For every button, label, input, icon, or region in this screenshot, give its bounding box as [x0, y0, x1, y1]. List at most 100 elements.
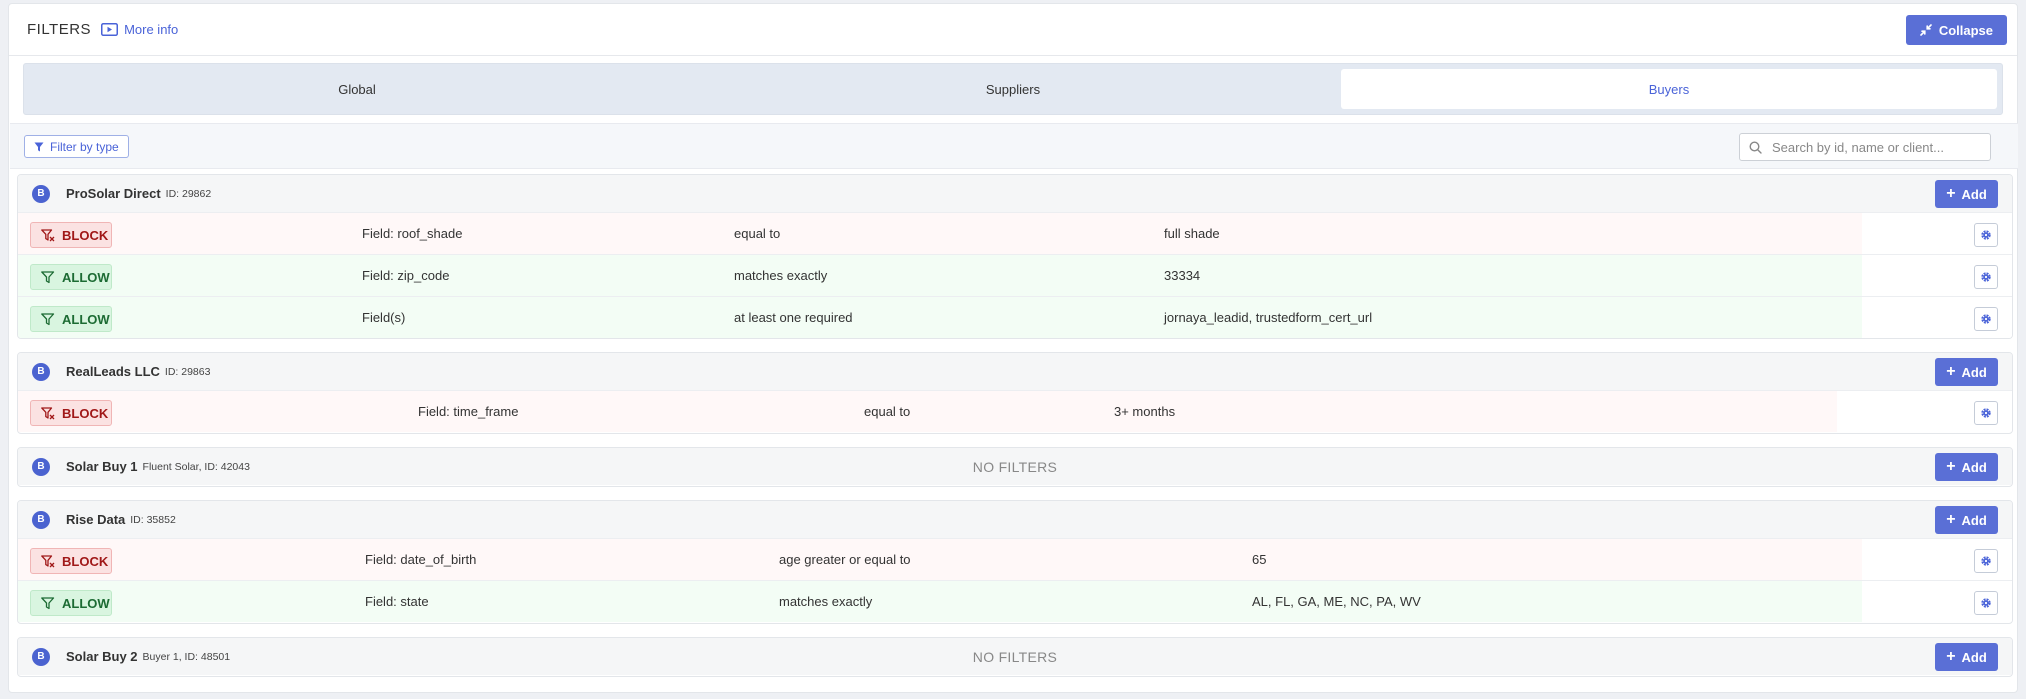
search-input[interactable] — [1772, 139, 1972, 155]
add-label: Add — [1961, 459, 1987, 475]
buyer-badge: B — [32, 510, 50, 529]
settings-button[interactable] — [1974, 549, 1998, 573]
rule-operator: equal to — [864, 404, 911, 419]
rule-value: 33334 — [1164, 268, 1201, 283]
gear-icon — [1981, 556, 1991, 566]
buyer-name: Solar Buy 1 — [66, 459, 138, 474]
buyer-badge: B — [32, 457, 50, 476]
add-filter-button[interactable]: + Add — [1935, 358, 1998, 386]
funnel-x-icon — [41, 228, 55, 241]
rule-value: 3+ months — [1114, 404, 1176, 419]
buyer-header: B Solar Buy 2 Buyer 1, ID: 48501 NO FILT… — [18, 638, 2012, 675]
filter-rule: BLOCK Field: date_of_birth age greater o… — [18, 538, 2012, 580]
filter-toolbar: Filter by type — [10, 123, 2018, 169]
rule-value: 65 — [1252, 552, 1267, 567]
buyer-id: ID: 35852 — [130, 513, 176, 526]
rule-type: BLOCK — [62, 405, 109, 421]
allow-tag: ALLOW — [30, 306, 112, 332]
add-label: Add — [1961, 364, 1987, 380]
buyer-card: B Rise Data ID: 35852 + Add BLOCK Field: … — [17, 500, 2013, 624]
settings-button[interactable] — [1974, 265, 1998, 289]
add-filter-button[interactable]: + Add — [1935, 453, 1998, 481]
search-box — [1739, 133, 1991, 161]
funnel-icon — [41, 312, 55, 325]
rule-field: Field(s) — [362, 310, 406, 325]
buyer-id: Buyer 1, ID: 48501 — [142, 650, 231, 663]
tab-buyers[interactable]: Buyers — [1341, 69, 1997, 109]
plus-icon: + — [1946, 363, 1956, 380]
add-label: Add — [1961, 649, 1987, 665]
buyer-badge: B — [32, 647, 50, 666]
page-title: FILTERS — [27, 21, 92, 38]
block-tag: BLOCK — [30, 222, 112, 248]
buyer-card: B RealLeads LLC ID: 29863 + Add BLOCK Fie… — [17, 352, 2013, 434]
add-filter-button[interactable]: + Add — [1935, 506, 1998, 534]
buyer-name: Solar Buy 2 — [66, 649, 138, 664]
rule-operator: equal to — [734, 226, 781, 241]
rule-value: full shade — [1164, 226, 1220, 241]
rule-operator: at least one required — [734, 310, 853, 325]
gear-icon — [1981, 598, 1991, 608]
rule-operator: matches exactly — [734, 268, 828, 283]
funnel-icon — [41, 596, 55, 609]
tab-global[interactable]: Global — [29, 69, 685, 109]
plus-icon: + — [1946, 458, 1956, 475]
rule-field: Field: roof_shade — [362, 226, 463, 241]
funnel-icon — [34, 142, 44, 151]
buyer-card: B Solar Buy 2 Buyer 1, ID: 48501 NO FILT… — [17, 637, 2013, 677]
buyer-name: ProSolar Direct — [66, 186, 161, 201]
rule-field: Field: state — [365, 594, 429, 609]
buyer-header: B Solar Buy 1 Fluent Solar, ID: 42043 NO… — [18, 448, 2012, 485]
filter-rule: BLOCK Field: roof_shade equal to full sh… — [18, 212, 2012, 254]
add-filter-button[interactable]: + Add — [1935, 643, 1998, 671]
buyer-header: B Rise Data ID: 35852 + Add — [18, 501, 2012, 538]
add-label: Add — [1961, 186, 1987, 202]
gear-icon — [1981, 314, 1991, 324]
buyer-id: Fluent Solar, ID: 42043 — [142, 460, 250, 473]
rule-field: Field: date_of_birth — [365, 552, 477, 567]
filters-panel: FILTERS More info Collapse Global Suppli… — [8, 3, 2018, 693]
settings-button[interactable] — [1974, 307, 1998, 331]
collapse-button[interactable]: Collapse — [1905, 15, 2007, 45]
allow-tag: ALLOW — [30, 590, 112, 616]
allow-tag: ALLOW — [30, 264, 112, 290]
tab-bar: Global Suppliers Buyers — [23, 63, 2003, 115]
gear-icon — [1981, 230, 1991, 240]
funnel-x-icon — [41, 406, 55, 419]
filter-by-type-label: Filter by type — [50, 139, 119, 154]
filter-rule: ALLOW Field: zip_code matches exactly 33… — [18, 254, 2012, 296]
rule-value: AL, FL, GA, ME, NC, PA, WV — [1252, 594, 1421, 609]
rule-type: BLOCK — [62, 553, 109, 569]
filter-rule: ALLOW Field: state matches exactly AL, F… — [18, 580, 2012, 622]
settings-button[interactable] — [1974, 591, 1998, 615]
filter-rule: ALLOW Field(s) at least one required jor… — [18, 296, 2012, 338]
rule-field: Field: zip_code — [362, 268, 450, 283]
more-info-label: More info — [124, 22, 179, 37]
add-filter-button[interactable]: + Add — [1935, 180, 1998, 208]
buyer-badge: B — [32, 362, 50, 381]
filter-rule: BLOCK Field: time_frame equal to 3+ mont… — [18, 390, 2012, 432]
buyer-id: ID: 29862 — [165, 187, 212, 200]
tab-suppliers[interactable]: Suppliers — [685, 69, 1341, 109]
buyer-badge: B — [32, 184, 50, 203]
search-icon — [1749, 140, 1762, 154]
video-icon — [101, 23, 119, 36]
settings-button[interactable] — [1974, 223, 1998, 247]
settings-button[interactable] — [1974, 401, 1998, 425]
rule-field: Field: time_frame — [418, 404, 519, 419]
buyer-header: B RealLeads LLC ID: 29863 + Add — [18, 353, 2012, 390]
more-info-link[interactable]: More info — [101, 22, 178, 37]
add-label: Add — [1961, 512, 1987, 528]
rule-operator: matches exactly — [779, 594, 873, 609]
rule-type: ALLOW — [62, 595, 110, 611]
funnel-x-icon — [41, 554, 55, 567]
rule-operator: age greater or equal to — [779, 552, 911, 567]
block-tag: BLOCK — [30, 400, 112, 426]
rule-value: jornaya_leadid, trustedform_cert_url — [1164, 310, 1373, 325]
filter-by-type-button[interactable]: Filter by type — [24, 135, 129, 158]
buyer-name: RealLeads LLC — [66, 364, 160, 379]
plus-icon: + — [1946, 511, 1956, 528]
rule-type: ALLOW — [62, 311, 110, 327]
funnel-icon — [41, 270, 55, 283]
buyer-id: ID: 29863 — [164, 365, 211, 378]
